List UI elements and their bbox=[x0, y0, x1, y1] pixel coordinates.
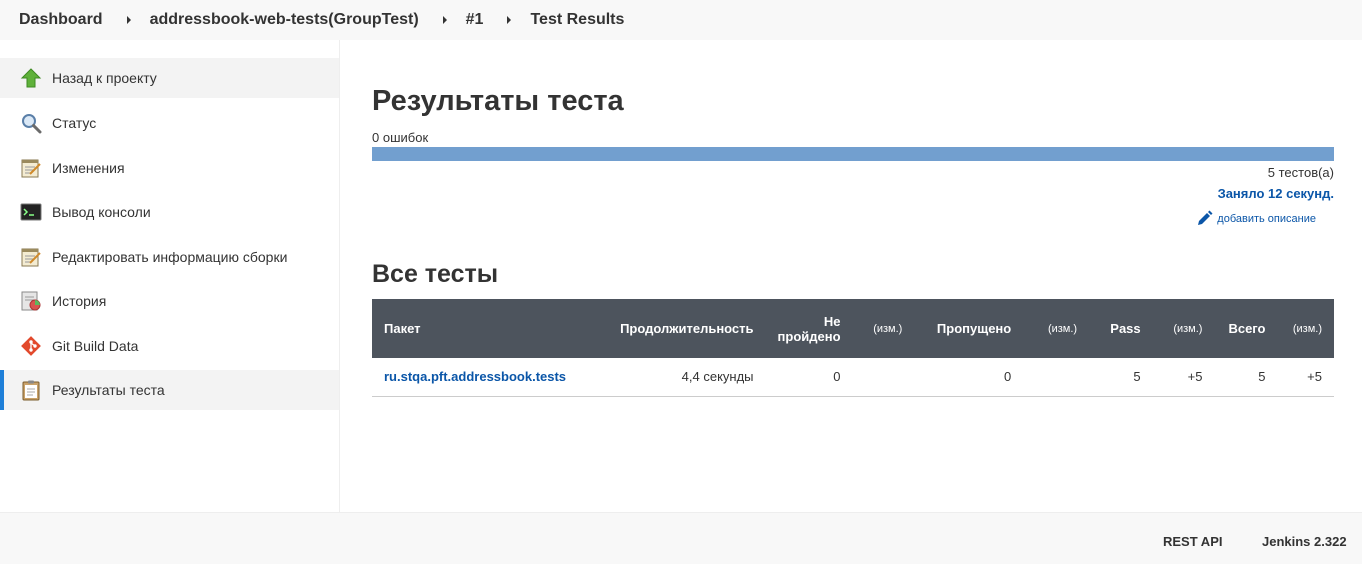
sidebar-item-git-build-data[interactable]: Git Build Data bbox=[0, 326, 339, 366]
cell-skipped-diff bbox=[1023, 358, 1090, 397]
package-link[interactable]: ru.stqa.pft.addressbook.tests bbox=[384, 369, 566, 384]
col-failed[interactable]: Не пройдено bbox=[765, 299, 853, 358]
terminal-icon bbox=[20, 201, 42, 223]
test-results-table: Пакет Продолжительность Не пройдено (изм… bbox=[372, 299, 1334, 397]
sidebar-item-label: Вывод консоли bbox=[52, 204, 151, 220]
sidebar-item-back-to-project[interactable]: Назад к проекту bbox=[0, 58, 339, 98]
breadcrumb-dashboard[interactable]: Dashboard bbox=[19, 11, 103, 29]
sidebar-item-label: Git Build Data bbox=[52, 338, 139, 354]
sidebar-item-label: Назад к проекту bbox=[52, 70, 157, 86]
sidebar-item-label: Результаты теста bbox=[52, 382, 165, 398]
rest-api-link[interactable]: REST API bbox=[1163, 534, 1222, 549]
breadcrumb-job[interactable]: addressbook-web-tests(GroupTest) bbox=[150, 11, 419, 29]
table-header-row: Пакет Продолжительность Не пройдено (изм… bbox=[372, 299, 1334, 358]
cell-package: ru.stqa.pft.addressbook.tests bbox=[372, 358, 589, 397]
add-description-link[interactable]: добавить описание bbox=[1196, 210, 1316, 227]
search-icon bbox=[20, 112, 42, 134]
col-package[interactable]: Пакет bbox=[372, 299, 589, 358]
tests-count: 5 тестов(а) bbox=[1267, 165, 1334, 180]
jenkins-version-link[interactable]: Jenkins 2.322 bbox=[1262, 534, 1347, 549]
breadcrumb-separator-icon[interactable] bbox=[507, 16, 512, 24]
cell-total: 5 bbox=[1214, 358, 1278, 397]
add-description-label: добавить описание bbox=[1217, 212, 1316, 225]
col-total-diff[interactable]: (изм.) bbox=[1277, 299, 1334, 358]
cell-skipped: 0 bbox=[914, 358, 1024, 397]
cell-pass: 5 bbox=[1089, 358, 1153, 397]
notepad-icon bbox=[20, 246, 42, 268]
sidebar-item-label: Изменения bbox=[52, 160, 125, 176]
sidebar-item-changes[interactable]: Изменения bbox=[0, 148, 339, 188]
notepad-icon bbox=[20, 157, 42, 179]
up-arrow-icon bbox=[20, 67, 42, 89]
cell-failed: 0 bbox=[765, 358, 853, 397]
col-failed-diff[interactable]: (изм.) bbox=[852, 299, 915, 358]
breadcrumb-separator-icon[interactable] bbox=[442, 16, 447, 24]
failure-count: 0 ошибок bbox=[372, 130, 429, 145]
breadcrumb: Dashboard addressbook-web-tests(GroupTes… bbox=[0, 0, 1362, 40]
col-pass-diff[interactable]: (изм.) bbox=[1152, 299, 1215, 358]
sidebar-item-history[interactable]: История bbox=[0, 281, 339, 321]
col-skipped-diff[interactable]: (изм.) bbox=[1023, 299, 1090, 358]
sidebar-item-status[interactable]: Статус bbox=[0, 103, 339, 143]
col-total[interactable]: Всего bbox=[1214, 299, 1278, 358]
page-title: Результаты теста bbox=[372, 85, 624, 117]
col-duration[interactable]: Продолжительность bbox=[588, 299, 766, 358]
duration-link[interactable]: Заняло 12 секунд. bbox=[1218, 186, 1334, 201]
footer: REST API Jenkins 2.322 bbox=[0, 512, 1362, 564]
breadcrumb-test-results[interactable]: Test Results bbox=[530, 11, 624, 29]
test-progress-bar bbox=[372, 147, 1334, 161]
git-icon bbox=[20, 335, 42, 357]
col-skipped[interactable]: Пропущено bbox=[914, 299, 1024, 358]
cell-total-diff: +5 bbox=[1277, 358, 1334, 397]
cell-failed-diff bbox=[852, 358, 915, 397]
sidebar-item-label: Редактировать информацию сборки bbox=[52, 249, 288, 265]
history-icon bbox=[20, 290, 42, 312]
all-tests-heading: Все тесты bbox=[372, 260, 499, 288]
cell-duration: 4,4 секунды bbox=[588, 358, 766, 397]
sidebar-item-label: Статус bbox=[52, 115, 97, 131]
sidebar-item-test-results[interactable]: Результаты теста bbox=[0, 370, 339, 410]
cell-pass-diff: +5 bbox=[1152, 358, 1215, 397]
sidebar-item-edit-build-info[interactable]: Редактировать информацию сборки bbox=[0, 237, 339, 277]
pencil-icon bbox=[1198, 210, 1213, 225]
breadcrumb-build[interactable]: #1 bbox=[466, 11, 484, 29]
clipboard-icon bbox=[20, 379, 42, 401]
sidebar-item-console-output[interactable]: Вывод консоли bbox=[0, 192, 339, 232]
col-pass[interactable]: Pass bbox=[1089, 299, 1153, 358]
table-row: ru.stqa.pft.addressbook.tests 4,4 секунд… bbox=[372, 358, 1334, 397]
breadcrumb-separator-icon[interactable] bbox=[126, 16, 131, 24]
sidebar: Назад к проекту Статус Изменения Вывод к… bbox=[0, 40, 340, 512]
sidebar-item-label: История bbox=[52, 293, 107, 309]
